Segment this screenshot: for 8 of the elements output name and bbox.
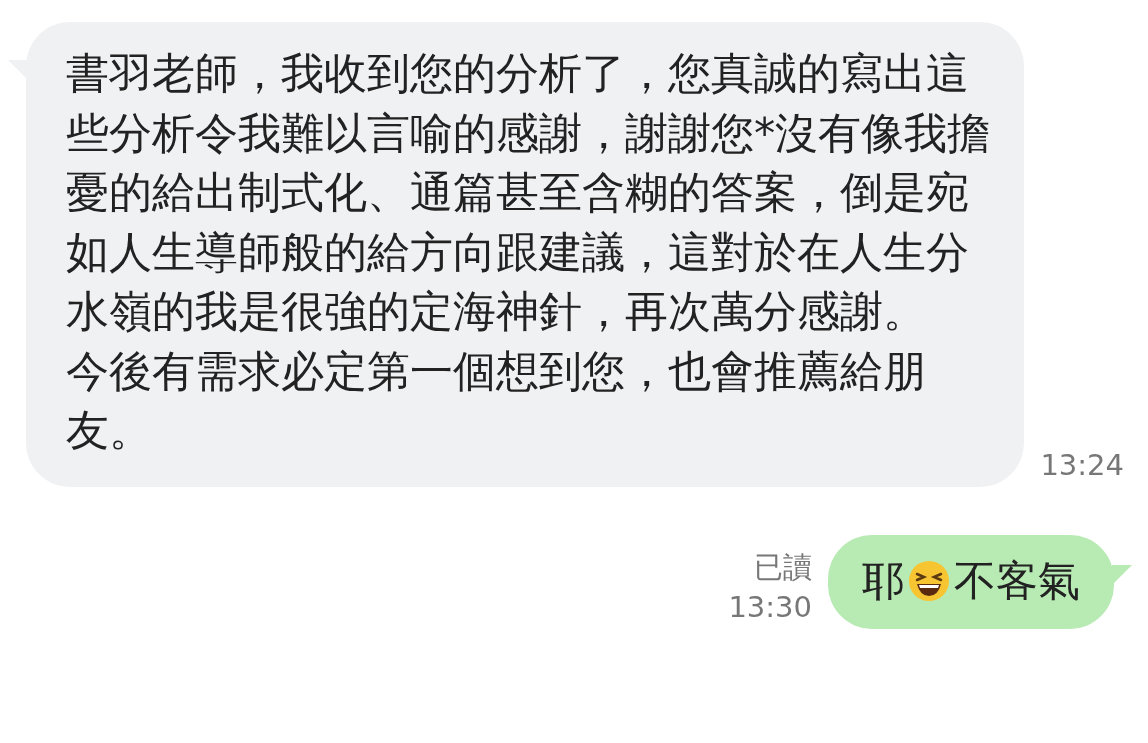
message-time: 13:24	[1040, 446, 1124, 484]
message-text: 耶	[862, 554, 904, 607]
message-text: 不客氣	[954, 554, 1080, 607]
message-text: 今後有需求必定第一個想到您，也會推薦給朋友。	[66, 345, 927, 457]
read-receipt: 已讀	[754, 548, 812, 586]
laughing-emoji-icon	[908, 559, 950, 602]
message-text: 書羽老師，我收到您的分析了，您真誠的寫出這些分析令我難以言喻的感謝，謝謝您*沒有像我擔憂的給出制式化、通篇甚至含糊的答案，倒是宛如人生導師般的給方向跟建議，這對於在人生分水嶺的我是很強的定海神針，再次萬分感謝。	[66, 48, 992, 338]
message-time: 13:30	[728, 588, 812, 626]
